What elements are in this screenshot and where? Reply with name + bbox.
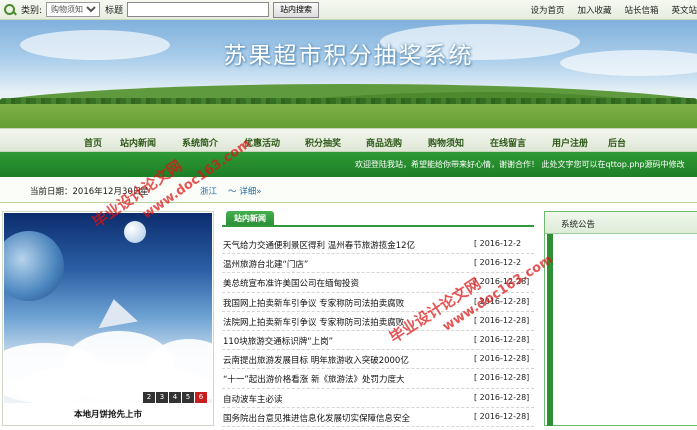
list-item: 温州旅游台北建“门店” [ 2016-12-2 xyxy=(222,254,534,274)
news-title[interactable]: 云南提出旅游发展目标 明年旅游收入突破2000亿 xyxy=(223,354,409,366)
list-item: 110块旅游交通标识牌“上岗” [ 2016-12-28] xyxy=(222,331,534,351)
slide-page-3[interactable]: 3 xyxy=(156,392,168,403)
nav-item-news[interactable]: 站内新闻 xyxy=(120,136,156,149)
category-label: 类别: xyxy=(21,6,43,16)
news-title[interactable]: 国务院出台意见推进信息化发展切实保障信息安全 xyxy=(223,412,410,424)
nav-item-shopping-guide[interactable]: 购物须知 xyxy=(428,136,464,149)
search-icon xyxy=(4,3,16,16)
news-date: [ 2016-12-28] xyxy=(474,334,530,344)
nav-item-guestbook[interactable]: 在线留言 xyxy=(490,136,526,149)
site-search-button[interactable]: 站内搜索 xyxy=(273,1,320,18)
slide-page-4[interactable]: 4 xyxy=(169,392,181,403)
news-title[interactable]: 天气给力交通便利景区得利 温州春节旅游揽金12亿 xyxy=(223,239,415,251)
main-nav: 首页 站内新闻 系统简介 优惠活动 积分抽奖 商品选购 购物须知 在线留言 用户… xyxy=(0,128,697,152)
nav-item-products[interactable]: 商品选购 xyxy=(366,136,402,149)
slide-page-5[interactable]: 5 xyxy=(182,392,194,403)
slideshow-image[interactable] xyxy=(4,213,212,403)
list-item: 法院网上拍卖新车引争议 专家称防司法拍卖腐败 [ 2016-12-28] xyxy=(222,312,534,331)
top-search-bar: 类别: 购物须知 标题 站内搜索 设为首页 加入收藏 站长信箱 英文站 xyxy=(0,0,697,20)
site-banner: 苏果超市积分抽奖系统 xyxy=(0,20,697,128)
current-date: 当前日期：2016年12月30日 xyxy=(30,187,142,197)
news-date: [ 2016-12-28] xyxy=(474,354,530,364)
webmaster-mail-link[interactable]: 站长信箱 xyxy=(624,4,658,16)
planet-graphic xyxy=(4,231,64,301)
nav-item-admin[interactable]: 后台 xyxy=(608,136,626,149)
news-date: [ 2016-12-28] xyxy=(474,373,530,383)
nav-item-home[interactable]: 首页 xyxy=(84,136,102,149)
moon-graphic xyxy=(124,221,146,243)
welcome-marquee: 欢迎登陆我站，希望能给你带来好心情，谢谢合作！ 此处文字您可以在qttop.ph… xyxy=(0,152,697,177)
nav-item-intro[interactable]: 系统简介 xyxy=(182,136,218,149)
title-search-input[interactable] xyxy=(127,2,270,17)
nav-item-lottery[interactable]: 积分抽奖 xyxy=(305,136,341,149)
slide-page-2[interactable]: 2 xyxy=(143,392,155,403)
date-row: 当前日期：2016年12月30日 星 浙江 ～ 详细» xyxy=(0,177,697,203)
list-item: 我国网上拍卖新车引争议 专家称防司法拍卖腐败 [ 2016-12-28] xyxy=(222,293,534,312)
news-tab-underline xyxy=(222,225,534,227)
list-item: “十一”起出游价格看涨 新《旅游法》处罚力度大 [ 2016-12-28] xyxy=(222,369,534,389)
slideshow-caption[interactable]: 本地月饼抢先上市 xyxy=(3,408,213,420)
news-title[interactable]: 美总统宣布准许美国公司在缅甸投资 xyxy=(223,277,359,289)
slideshow-pager: 2 3 4 5 6 xyxy=(143,392,207,403)
marquee-text: 欢迎登陆我站，希望能给你带来好心情，谢谢合作！ 此处文字您可以在qttop.ph… xyxy=(355,160,685,169)
news-date: [ 2016-12-28] xyxy=(474,411,530,421)
list-item: 国务院出台意见推进信息化发展切实保障信息安全 [ 2016-12-28] xyxy=(222,408,534,427)
news-date: [ 2016-12-2 xyxy=(474,239,522,248)
news-title[interactable]: 温州旅游台北建“门店” xyxy=(223,258,308,270)
add-favorite-link[interactable]: 加入收藏 xyxy=(577,4,611,16)
notice-side-bar xyxy=(547,234,553,426)
news-title[interactable]: 法院网上拍卖新车引争议 专家称防司法拍卖腐败 xyxy=(223,316,404,328)
news-title[interactable]: 我国网上拍卖新车引争议 专家称防司法拍卖腐败 xyxy=(223,297,404,309)
weather-detail-link[interactable]: ～ 详细» xyxy=(228,185,261,197)
notice-header: 系统公告 xyxy=(545,212,697,234)
list-item: 天气给力交通便利景区得利 温州春节旅游揽金12亿 [ 2016-12-2 xyxy=(222,235,534,255)
weekday-text: 星 xyxy=(140,187,149,197)
banner-grass xyxy=(0,104,697,128)
nav-item-register[interactable]: 用户注册 xyxy=(552,136,588,149)
news-list: 天气给力交通便利景区得利 温州春节旅游揽金12亿 [ 2016-12-2 温州旅游… xyxy=(222,235,534,427)
system-notice-panel: 系统公告 xyxy=(544,211,697,426)
title-label: 标题 xyxy=(105,6,124,16)
list-item: 云南提出旅游发展目标 明年旅游收入突破2000亿 [ 2016-12-28] xyxy=(222,350,534,370)
news-date: [ 2016-12-28] xyxy=(474,277,530,287)
news-date: [ 2016-12-2 xyxy=(474,258,522,268)
news-date: [ 2016-12-28] xyxy=(474,315,530,325)
site-news-panel: 站内新闻 天气给力交通便利景区得利 温州春节旅游揽金12亿[ 2016-12-2… xyxy=(222,207,534,430)
list-item: 美总统宣布准许美国公司在缅甸投资 [ 2016-12-28] xyxy=(222,273,534,293)
category-select[interactable]: 购物须知 xyxy=(46,2,101,17)
set-homepage-link[interactable]: 设为首页 xyxy=(530,4,564,16)
site-title: 苏果超市积分抽奖系统 xyxy=(223,43,474,69)
notice-title: 系统公告 xyxy=(561,220,596,230)
featured-slideshow: 2 3 4 5 6 本地月饼抢先上市 xyxy=(2,211,214,426)
nav-item-promotions[interactable]: 优惠活动 xyxy=(244,136,280,149)
list-item: 自动波车主必读 [ 2016-12-28] xyxy=(222,389,534,408)
news-date: [ 2016-12-28] xyxy=(474,296,530,306)
top-links: 设为首页 加入收藏 站长信箱 英文站 xyxy=(530,4,697,16)
weather-place: 浙江 xyxy=(200,187,218,197)
news-title[interactable]: “十一”起出游价格看涨 新《旅游法》处罚力度大 xyxy=(223,373,405,385)
spaceship-graphic xyxy=(94,295,138,329)
news-title[interactable]: 110块旅游交通标识牌“上岗” xyxy=(223,335,333,347)
news-date: [ 2016-12-28] xyxy=(474,392,530,402)
news-title[interactable]: 自动波车主必读 xyxy=(223,393,283,405)
slide-page-6[interactable]: 6 xyxy=(195,392,207,403)
english-site-link[interactable]: 英文站 xyxy=(671,4,697,16)
